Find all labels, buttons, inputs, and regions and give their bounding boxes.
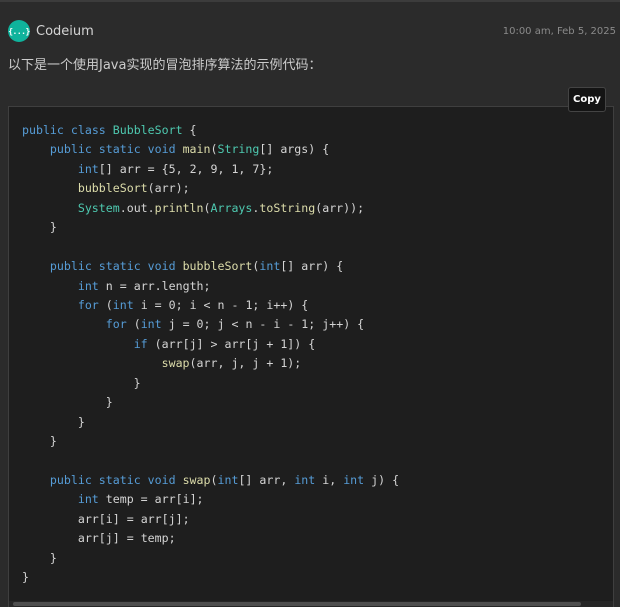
message-timestamp: 10:00 am, Feb 5, 2025 — [502, 25, 616, 37]
window-top-border — [0, 0, 620, 2]
codeium-logo-icon: {...} — [8, 20, 30, 42]
code-line: for (int j = 0; j < n - i - 1; j++) { — [105, 317, 365, 332]
message-header: {...} Codeium 10:00 am, Feb 5, 2025 — [8, 18, 616, 44]
horizontal-scrollbar[interactable] — [9, 601, 613, 607]
code-line: bubbleSort(arr); — [77, 181, 190, 196]
message-intro-text: 以下是一个使用Java实现的冒泡排序算法的示例代码： — [8, 58, 322, 73]
code-line: } — [22, 550, 57, 565]
code-line: } — [22, 220, 57, 235]
code-line: System.out.println(Arrays.toString(arr))… — [77, 200, 365, 215]
code-line: swap(arr, j, j + 1); — [161, 356, 302, 371]
code-line: arr[i] = arr[j]; — [77, 511, 190, 526]
assistant-name: Codeium — [36, 23, 94, 39]
code-line: int temp = arr[i]; — [77, 492, 204, 507]
codeium-logo-glyph: {...} — [8, 26, 30, 36]
code-line: } — [22, 414, 85, 429]
code-line: public static void bubbleSort(int[] arr)… — [49, 259, 344, 274]
code-line: } — [22, 395, 113, 410]
code-content: public class BubbleSort { public static … — [22, 121, 399, 588]
code-line: } — [22, 375, 141, 390]
code-line: if (arr[j] > arr[j + 1]) { — [133, 336, 316, 351]
code-line: } — [22, 570, 29, 585]
code-line: int n = arr.length; — [77, 278, 211, 293]
code-line: arr[j] = temp; — [77, 531, 176, 546]
code-line: for (int i = 0; i < n - 1; i++) { — [77, 297, 309, 312]
code-line: int[] arr = {5, 2, 9, 1, 7}; — [77, 161, 274, 176]
code-line: public class BubbleSort { — [22, 123, 197, 137]
code-line: } — [22, 434, 57, 448]
horizontal-scrollbar-thumb[interactable] — [13, 602, 581, 606]
code-line: public static void swap(int[] arr, int i… — [49, 472, 400, 487]
code-line: public static void main(String[] args) { — [49, 142, 330, 157]
code-block: public class BubbleSort { public static … — [8, 106, 614, 607]
copy-code-button[interactable]: Copy — [568, 87, 606, 112]
